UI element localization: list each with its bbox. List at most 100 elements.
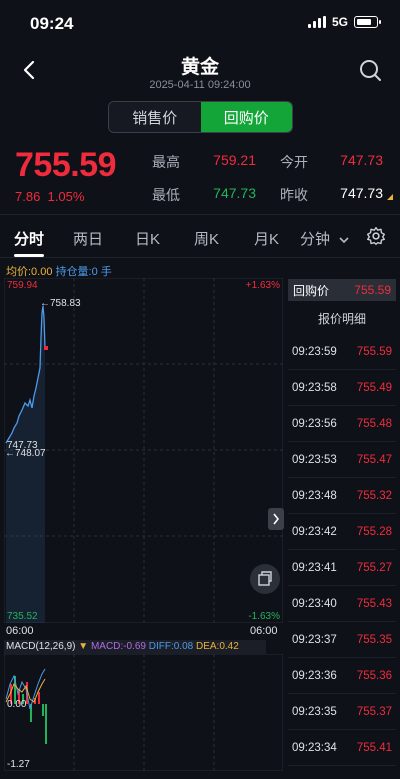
period-tabs: 分时 两日 日K 周K 月K 分钟 [0, 214, 400, 258]
list-item: 09:23:48 755.32 [288, 478, 396, 514]
list-item: 09:23:34 755.41 [288, 730, 396, 766]
list-item: 09:23:41 755.27 [288, 550, 396, 586]
quote-time: 09:23:34 [292, 741, 337, 754]
time-end-label: 06:00 [250, 625, 278, 637]
last-price-marker [44, 346, 48, 350]
search-icon[interactable] [358, 58, 382, 82]
top-price-label: 759.94 [7, 280, 38, 291]
macd-value: MACD:-0.69 [90, 641, 146, 652]
quote-time: 09:23:53 [292, 453, 337, 466]
tab-monthly-k[interactable]: 月K [254, 228, 279, 249]
quote-price: 755.41 [356, 741, 392, 754]
active-tab-indicator [14, 254, 44, 257]
quote-time: 09:23:56 [292, 417, 337, 430]
list-item: 09:23:40 755.43 [288, 586, 396, 622]
open-value: 747.73 [340, 152, 383, 168]
quote-time: 09:23:40 [292, 597, 337, 610]
signal-icon [307, 16, 326, 28]
tab-sell-price[interactable]: 销售价 [109, 102, 201, 132]
tab-weekly-k[interactable]: 周K [194, 228, 219, 249]
quote-price: 755.48 [356, 417, 392, 430]
low-label: 最低 [152, 187, 180, 203]
tab-minute-label: 分钟 [300, 231, 331, 248]
diff-value: DIFF:0.08 [148, 641, 194, 652]
quote-price: 755.27 [356, 561, 392, 574]
status-time: 09:24 [30, 14, 74, 33]
tab-intraday[interactable]: 分时 [14, 228, 44, 249]
quote-price: 755.43 [356, 597, 392, 610]
macd-min-label: -1.27 [7, 759, 30, 770]
quote-time: 09:23:58 [292, 381, 337, 394]
quote-time: 09:23:35 [292, 705, 337, 718]
quote-detail-title: 报价明细 [317, 312, 366, 326]
open-label: 今开 [280, 154, 308, 170]
list-item: 09:23:58 755.49 [288, 370, 396, 406]
macd-zero-label: 0.00 [7, 699, 27, 710]
fullscreen-icon [258, 571, 272, 586]
quote-time: 09:23:48 [292, 489, 337, 502]
high-value: 759.21 [213, 152, 256, 168]
low-point-label: ←748.07 [5, 448, 46, 459]
list-item: 09:23:35 755.37 [288, 694, 396, 730]
quote-price: 755.36 [356, 669, 392, 682]
chart-info-line: 均价:0.00 持仓量:0 手 [6, 263, 112, 279]
page-datetime: 2025-04-11 09:24:00 [149, 79, 251, 91]
top-pct-label: +1.63% [246, 280, 280, 291]
tab-daily-k[interactable]: 日K [135, 228, 160, 249]
fullscreen-button[interactable] [250, 564, 280, 594]
chevron-down-icon [339, 237, 349, 244]
price-type-segment: 销售价 回购价 [108, 101, 293, 133]
quote-price: 755.59 [356, 345, 392, 358]
side-price-header: 回购价 755.59 [288, 279, 396, 301]
tab-buyback-price[interactable]: 回购价 [200, 102, 292, 132]
quote-price: 755.37 [356, 705, 392, 718]
list-item: 09:23:53 755.47 [288, 442, 396, 478]
macd-chart[interactable]: 0.00 -1.27 [4, 654, 283, 771]
holdings: 持仓量:0 手 [55, 266, 112, 278]
list-item: 09:23:59 755.59 [288, 334, 396, 370]
quote-time: 09:23:36 [292, 669, 337, 682]
list-item: 09:23:42 755.28 [288, 514, 396, 550]
quote-time: 09:23:42 [292, 525, 337, 538]
dea-value: DEA:0.42 [195, 641, 239, 652]
settings-gear-icon[interactable] [366, 226, 386, 246]
low-value: 747.73 [213, 185, 256, 201]
page-title: 黄金 [180, 57, 219, 78]
bottom-price-label: 735.52 [7, 611, 38, 622]
quote-price: 755.28 [356, 525, 392, 538]
corner-indicator-icon [387, 194, 393, 200]
intraday-chart[interactable]: 759.94 +1.63% 735.52 -1.63% ←758.83 747.… [4, 278, 283, 623]
quote-time: 09:23:37 [292, 633, 337, 646]
quote-price: 755.47 [356, 453, 392, 466]
battery-icon [354, 16, 381, 28]
change-value: 7.86 [15, 189, 41, 204]
network-type: 5G [331, 15, 348, 29]
change-percent: 1.05% [47, 189, 85, 204]
side-price-value: 755.59 [354, 283, 391, 297]
high-point-label: ←758.83 [40, 298, 81, 309]
list-item: 09:23:37 755.35 [288, 622, 396, 658]
dropdown-triangle-icon[interactable]: ▼ [78, 641, 88, 652]
price-change: 7.86 1.05% [15, 189, 84, 204]
high-label: 最高 [152, 154, 180, 170]
list-item: 09:23:36 755.36 [288, 658, 396, 694]
tab-two-day[interactable]: 两日 [73, 228, 103, 249]
tab-minute[interactable]: 分钟 [300, 228, 350, 249]
expand-panel-button[interactable] [268, 508, 284, 530]
prev-close-label: 昨收 [280, 187, 308, 203]
avg-price: 均价:0.00 [6, 266, 53, 278]
quote-price: 755.35 [356, 633, 392, 646]
quote-price: 755.49 [356, 381, 392, 394]
current-price: 755.59 [15, 146, 117, 184]
status-indicators: 5G [307, 15, 381, 29]
list-item: 09:23:56 755.48 [288, 406, 396, 442]
quote-price: 755.32 [356, 489, 392, 502]
quote-time: 09:23:59 [292, 345, 337, 358]
chevron-right-icon [273, 513, 280, 525]
time-start-label: 06:00 [6, 625, 34, 637]
side-price-label: 回购价 [293, 283, 330, 298]
macd-title: MACD(12,26,9) [6, 641, 76, 652]
macd-header: MACD(12,26,9) ▼ MACD:-0.69 DIFF:0.08 DEA… [4, 640, 266, 654]
prev-close-value: 747.73 [340, 185, 383, 201]
bottom-pct-label: -1.63% [248, 611, 280, 622]
